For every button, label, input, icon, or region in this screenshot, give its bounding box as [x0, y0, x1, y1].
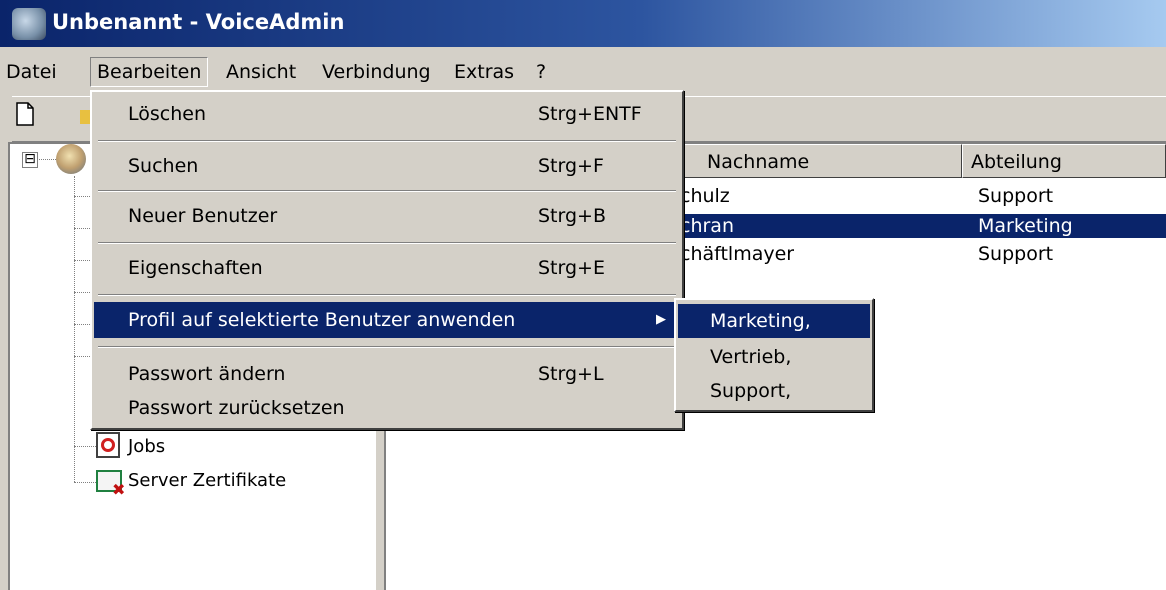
- menu-help[interactable]: ?: [530, 58, 552, 86]
- new-document-icon[interactable]: [16, 102, 34, 126]
- menu-separator: [98, 140, 676, 142]
- tree-item-server-zertifikate[interactable]: Server Zertifikate: [128, 470, 286, 491]
- menu-item-label: Neuer Benutzer: [128, 205, 278, 227]
- menu-item-passwort-aendern[interactable]: Passwort ändern Strg+L: [94, 356, 680, 392]
- menu-item-label: Passwort zurücksetzen: [128, 397, 345, 419]
- menu-item-label: Eigenschaften: [128, 257, 263, 279]
- open-folder-icon[interactable]: [80, 110, 90, 124]
- menu-item-label: Suchen: [128, 155, 199, 177]
- tree-connector: [74, 176, 75, 482]
- tree-connector: [74, 228, 90, 229]
- menu-ansicht[interactable]: Ansicht: [220, 58, 302, 86]
- menu-item-label: Profil auf selektierte Benutzer anwenden: [128, 309, 516, 331]
- tree-item-jobs[interactable]: Jobs: [128, 436, 165, 457]
- column-header-abteilung[interactable]: Abteilung: [962, 144, 1166, 178]
- menu-item-shortcut: Strg+ENTF: [538, 103, 642, 125]
- submenu-item-label: Support,: [710, 380, 792, 402]
- tree-connector: [74, 324, 90, 325]
- tree-connector: [74, 356, 90, 357]
- menu-bar: Datei Bearbeiten Ansicht Verbindung Extr…: [0, 52, 1166, 90]
- tree-collapse-toggle[interactable]: ⊟: [22, 152, 38, 168]
- tree-connector: [74, 446, 96, 447]
- menu-item-label: Löschen: [128, 103, 206, 125]
- menu-item-shortcut: Strg+F: [538, 155, 604, 177]
- tree-connector: [74, 292, 90, 293]
- menu-extras[interactable]: Extras: [448, 58, 520, 86]
- menu-item-eigenschaften[interactable]: Eigenschaften Strg+E: [94, 250, 680, 286]
- submenu-item-label: Marketing,: [710, 310, 811, 332]
- submenu-arrow-icon: ▶: [656, 312, 666, 327]
- tree-connector: [74, 260, 90, 261]
- menu-item-neuer-benutzer[interactable]: Neuer Benutzer Strg+B: [94, 198, 680, 234]
- menu-item-profil-anwenden[interactable]: Profil auf selektierte Benutzer anwenden…: [94, 302, 680, 338]
- menu-item-label: Passwort ändern: [128, 363, 286, 385]
- submenu-item-label: Vertrieb,: [710, 346, 792, 368]
- cell-nachname: chäftlmayer: [680, 243, 795, 265]
- submenu-item-support[interactable]: Support,: [678, 374, 870, 408]
- cell-abteilung: Support: [978, 185, 1054, 207]
- menu-bearbeiten[interactable]: Bearbeiten: [90, 57, 209, 87]
- cell-abteilung: Marketing: [978, 215, 1073, 237]
- menu-separator: [98, 294, 676, 296]
- tree-connector: [36, 159, 56, 160]
- menu-item-shortcut: Strg+E: [538, 257, 605, 279]
- menu-separator: [98, 190, 676, 192]
- menu-item-passwort-zuruecksetzen[interactable]: Passwort zurücksetzen: [94, 390, 680, 426]
- menu-datei[interactable]: Datei: [0, 58, 63, 86]
- voiceadmin-app-icon[interactable]: [12, 8, 46, 40]
- cell-nachname: chran: [680, 215, 734, 237]
- menu-separator: [98, 242, 676, 244]
- menu-item-shortcut: Strg+B: [538, 205, 607, 227]
- certificate-invalid-mark: ✖: [112, 480, 126, 499]
- tree-connector: [74, 482, 96, 483]
- menu-item-suchen[interactable]: Suchen Strg+F: [94, 148, 680, 184]
- menu-separator: [98, 346, 676, 348]
- server-root-icon[interactable]: [56, 144, 86, 174]
- window-title: Unbenannt - VoiceAdmin: [52, 10, 345, 34]
- cell-nachname: chulz: [680, 185, 730, 207]
- tree-connector: [74, 196, 90, 197]
- menu-verbindung[interactable]: Verbindung: [316, 58, 437, 86]
- cell-abteilung: Support: [978, 243, 1054, 265]
- menu-item-shortcut: Strg+L: [538, 363, 604, 385]
- jobs-icon-target: [101, 438, 115, 452]
- menu-item-loeschen[interactable]: Löschen Strg+ENTF: [94, 96, 680, 132]
- submenu-item-vertrieb[interactable]: Vertrieb,: [678, 340, 870, 374]
- submenu-item-marketing[interactable]: Marketing,: [678, 304, 870, 338]
